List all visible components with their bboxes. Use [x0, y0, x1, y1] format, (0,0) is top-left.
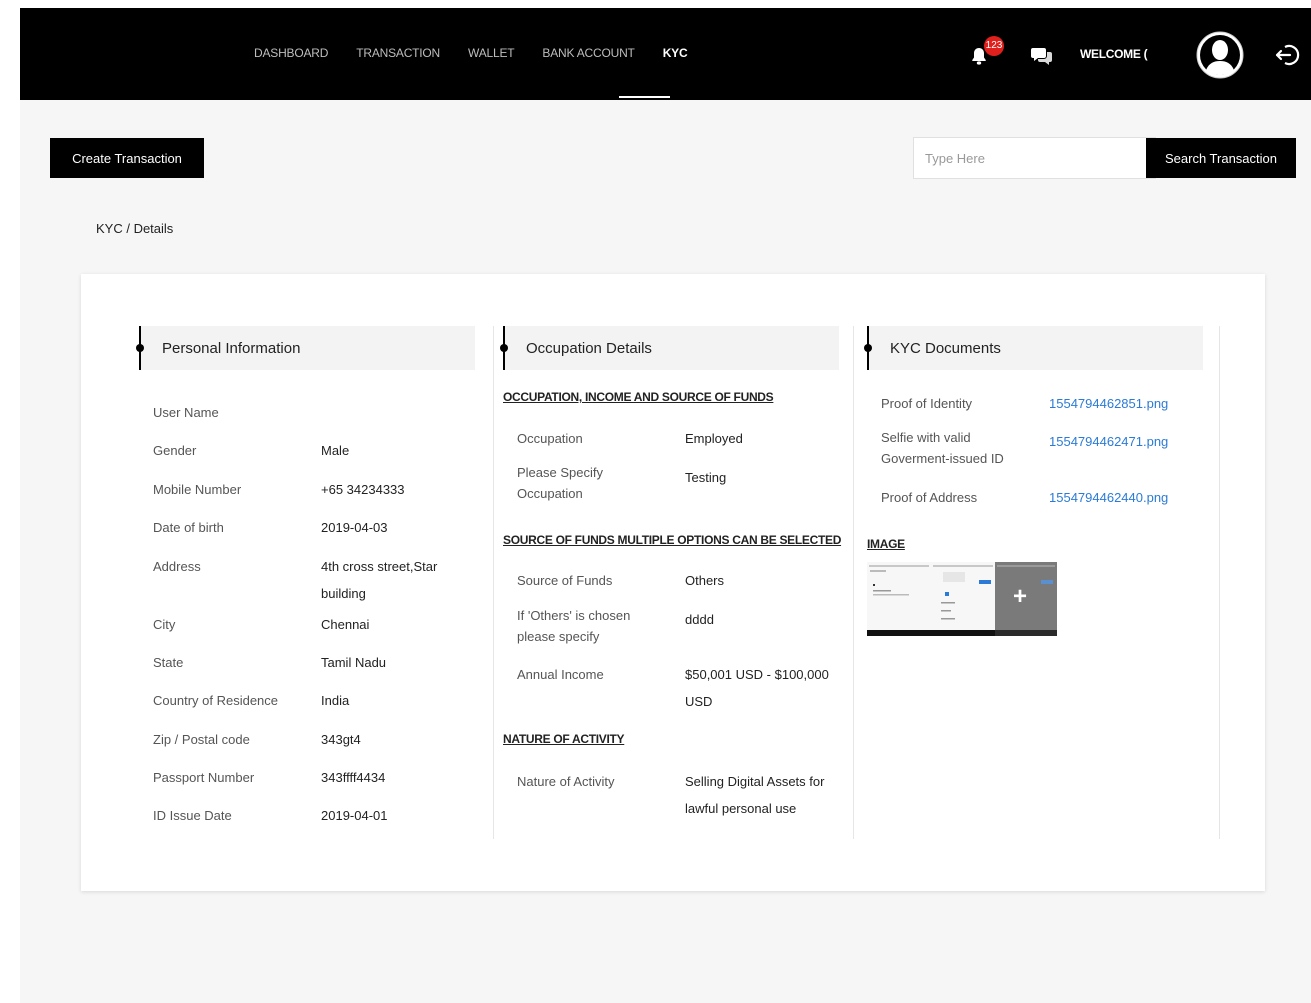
field-label: Passport Number: [153, 770, 255, 785]
field-label: Nature of Activity: [517, 774, 615, 789]
notification-badge: 123: [984, 36, 1004, 56]
field-label: Please Specify Occupation: [517, 465, 603, 501]
nav-transaction[interactable]: TRANSACTION: [356, 46, 440, 60]
field-label: User Name: [153, 405, 219, 420]
breadcrumb: KYC / Details: [96, 221, 174, 236]
avatar[interactable]: [1196, 28, 1244, 82]
field-label: Source of Funds: [517, 573, 613, 588]
active-tab-indicator: [619, 96, 670, 98]
field-label: Annual Income: [517, 667, 604, 682]
field-label: ID Issue Date: [153, 808, 232, 823]
image-gallery: +: [867, 562, 1058, 636]
identity-file-link[interactable]: 1554794462851.png: [1049, 393, 1168, 414]
search-transaction-button[interactable]: Search Transaction: [1146, 138, 1296, 178]
field-value: Employed: [685, 431, 743, 446]
nav-wallet[interactable]: WALLET: [468, 46, 515, 60]
nav-kyc[interactable]: KYC: [663, 46, 688, 60]
logout-icon[interactable]: [1274, 42, 1300, 68]
main-nav: DASHBOARD TRANSACTION WALLET BANK ACCOUN…: [254, 46, 715, 60]
personal-info-column: Personal Information User Name Gender Ma…: [136, 326, 494, 839]
field-label: Zip / Postal code: [153, 732, 250, 747]
nav-dashboard[interactable]: DASHBOARD: [254, 46, 328, 60]
field-value: 4th cross street,Star building: [321, 559, 438, 601]
field-value: Tamil Nadu: [321, 655, 387, 670]
field-label: Proof of Identity: [881, 396, 973, 411]
subsection-heading: SOURCE OF FUNDS MULTIPLE OPTIONS CAN BE …: [503, 533, 842, 547]
field-value: Male: [321, 443, 350, 458]
field-label: Address: [153, 559, 201, 574]
field-value: 343ffff4434: [321, 770, 386, 785]
kyc-documents-column: KYC Documents Proof of Identity 15547944…: [864, 326, 1220, 839]
field-value: Others: [685, 573, 725, 588]
field-value: Testing: [685, 470, 727, 485]
welcome-text: WELCOME (: [1080, 47, 1148, 61]
top-navbar: DASHBOARD TRANSACTION WALLET BANK ACCOUN…: [20, 8, 1311, 100]
field-value: $50,001 USD - $100,000 USD: [685, 667, 829, 709]
field-value: 2019-04-01: [321, 808, 388, 823]
bullet-icon: [864, 344, 872, 352]
field-value: 2019-04-03: [321, 520, 388, 535]
search-input[interactable]: [913, 137, 1156, 179]
document-thumbnail[interactable]: [867, 562, 931, 636]
field-value: 343gt4: [321, 732, 361, 747]
kyc-details-card: Personal Information User Name Gender Ma…: [81, 274, 1265, 891]
field-label: Occupation: [517, 431, 583, 446]
address-file-link[interactable]: 1554794462440.png: [1049, 487, 1168, 508]
bullet-icon: [136, 344, 144, 352]
kyc-documents-header: KYC Documents: [864, 326, 1203, 370]
personal-info-header: Personal Information: [136, 326, 475, 370]
field-label: State: [153, 655, 184, 670]
section-title: Occupation Details: [526, 340, 652, 357]
field-label: Country of Residence: [153, 693, 279, 708]
field-label: Mobile Number: [153, 482, 242, 497]
create-transaction-button[interactable]: Create Transaction: [50, 138, 204, 178]
field-value: dddd: [685, 612, 714, 627]
bullet-icon: [500, 344, 508, 352]
image-heading: IMAGE: [867, 537, 905, 551]
selfie-file-link[interactable]: 1554794462471.png: [1049, 431, 1168, 452]
field-label: City: [153, 617, 176, 632]
field-label: Date of birth: [153, 520, 224, 535]
app-frame: DASHBOARD TRANSACTION WALLET BANK ACCOUN…: [20, 8, 1311, 1003]
add-image-tile[interactable]: +: [995, 562, 1057, 636]
subsection-heading: OCCUPATION, INCOME AND SOURCE OF FUNDS: [503, 390, 774, 404]
field-label: If 'Others' is chosen please specify: [517, 608, 631, 644]
plus-icon: +: [1013, 583, 1028, 610]
section-title: KYC Documents: [890, 340, 1001, 357]
field-value: India: [321, 693, 350, 708]
field-value: +65 34234333: [321, 482, 405, 497]
field-value: Chennai: [321, 617, 370, 632]
chat-icon[interactable]: [1030, 44, 1054, 66]
occupation-header: Occupation Details: [500, 326, 839, 370]
field-label: Gender: [153, 443, 197, 458]
field-value: Selling Digital Assets for lawful person…: [685, 774, 825, 816]
nav-bank-account[interactable]: BANK ACCOUNT: [542, 46, 634, 60]
occupation-column: Occupation Details OCCUPATION, INCOME AN…: [500, 326, 854, 839]
field-label: Selfie with valid Goverment-issued ID: [881, 430, 1004, 466]
document-thumbnail[interactable]: [931, 562, 995, 636]
subsection-heading: NATURE OF ACTIVITY: [503, 732, 625, 746]
section-title: Personal Information: [162, 340, 301, 357]
field-label: Proof of Address: [881, 490, 978, 505]
